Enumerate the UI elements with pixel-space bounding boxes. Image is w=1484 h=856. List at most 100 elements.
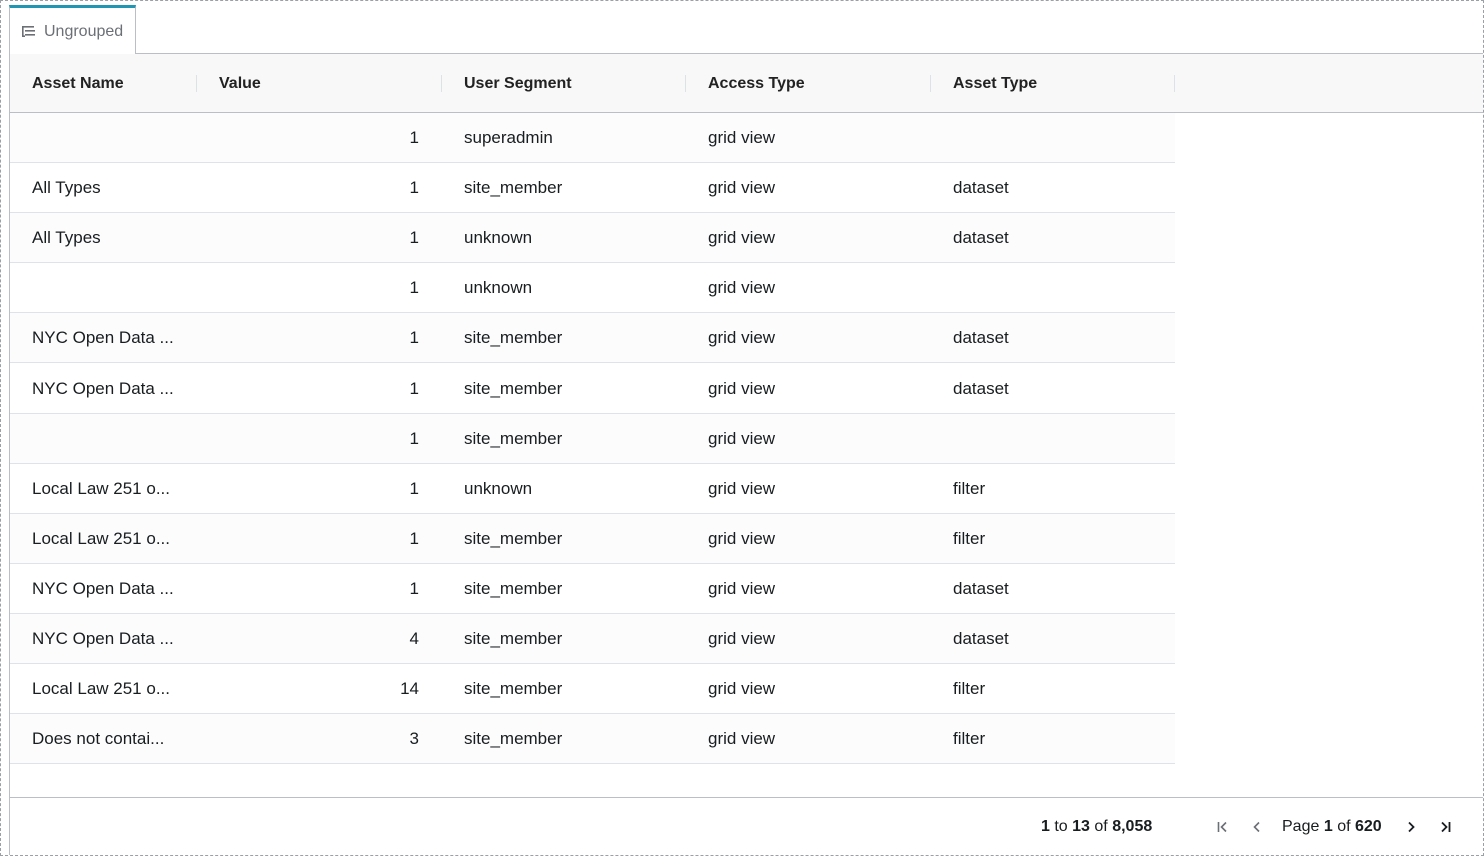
last-page-icon[interactable] <box>1436 818 1454 836</box>
asset-type-cell[interactable] <box>953 113 1173 163</box>
asset-name-cell[interactable]: NYC Open Data ... <box>32 364 197 414</box>
value-cell[interactable]: 1 <box>219 414 419 464</box>
value-cell[interactable]: 1 <box>219 564 419 614</box>
table-row[interactable]: All Types 1 site_member grid view dataset <box>10 163 1175 214</box>
asset-name-cell[interactable] <box>32 113 197 163</box>
table-row[interactable]: 1 site_member grid view <box>10 413 1175 464</box>
asset-type-cell[interactable]: dataset <box>953 163 1173 213</box>
asset-type-cell[interactable]: dataset <box>953 564 1173 614</box>
asset-type-cell[interactable]: dataset <box>953 313 1173 363</box>
access-type-cell[interactable]: grid view <box>708 313 928 363</box>
asset-type-cell[interactable] <box>953 414 1173 464</box>
table-row[interactable]: Local Law 251 o... 1 unknown grid view filte… <box>10 464 1175 514</box>
access-type-cell[interactable]: grid view <box>708 163 928 213</box>
user-segment-cell[interactable]: site_member <box>464 664 684 714</box>
asset-name-cell[interactable] <box>32 414 197 464</box>
table-row[interactable]: 1 superadmin grid view <box>10 113 1175 163</box>
table-row[interactable]: Local Law 251 o... 14 site_member grid view… <box>10 664 1175 715</box>
access-type-cell[interactable]: grid view <box>708 664 928 714</box>
of-label: of <box>1337 818 1351 835</box>
user-segment-cell[interactable]: site_member <box>464 514 684 564</box>
user-segment-cell[interactable]: superadmin <box>464 113 684 163</box>
table-row[interactable]: NYC Open Data ... 1 site_member grid view da… <box>10 564 1175 614</box>
asset-type-cell[interactable]: dataset <box>953 614 1173 664</box>
asset-type-cell[interactable]: filter <box>953 464 1173 514</box>
tab-label: Ungrouped <box>44 22 124 40</box>
user-segment-cell[interactable]: site_member <box>464 364 684 414</box>
column-header-access-type[interactable]: Access Type <box>708 54 805 113</box>
table-row[interactable]: Does not contai... 3 site_member grid view f… <box>10 714 1175 765</box>
previous-page-icon[interactable] <box>1248 818 1266 836</box>
asset-name-cell[interactable]: All Types <box>32 213 197 263</box>
value-cell[interactable]: 14 <box>219 664 419 714</box>
user-segment-cell[interactable]: site_member <box>464 614 684 664</box>
column-resize-handle[interactable] <box>196 75 197 92</box>
asset-name-cell[interactable]: NYC Open Data ... <box>32 564 197 614</box>
access-type-cell[interactable]: grid view <box>708 414 928 464</box>
table-row[interactable]: 1 unknown grid view <box>10 263 1175 314</box>
column-resize-handle[interactable] <box>685 75 686 92</box>
value-cell[interactable]: 1 <box>219 263 419 313</box>
column-header-user-segment[interactable]: User Segment <box>464 54 572 113</box>
asset-type-cell[interactable]: filter <box>953 664 1173 714</box>
table-row[interactable]: NYC Open Data ... 4 site_member grid view da… <box>10 614 1175 664</box>
asset-type-cell[interactable] <box>953 263 1173 313</box>
value-cell[interactable]: 1 <box>219 464 419 514</box>
access-type-cell[interactable]: grid view <box>708 213 928 263</box>
column-header-asset-name[interactable]: Asset Name <box>32 54 124 113</box>
user-segment-cell[interactable]: unknown <box>464 464 684 514</box>
access-type-cell[interactable]: grid view <box>708 564 928 614</box>
value-cell[interactable]: 4 <box>219 614 419 664</box>
value-cell[interactable]: 1 <box>219 514 419 564</box>
table-row[interactable]: NYC Open Data ... 1 site_member grid view da… <box>10 313 1175 364</box>
user-segment-cell[interactable]: unknown <box>464 213 684 263</box>
asset-type-cell[interactable]: filter <box>953 514 1173 564</box>
user-segment-cell[interactable]: site_member <box>464 564 684 614</box>
table-row[interactable]: All Types 1 unknown grid view dataset <box>10 213 1175 264</box>
access-type-cell[interactable]: grid view <box>708 614 928 664</box>
access-type-cell[interactable]: grid view <box>708 514 928 564</box>
column-header-value[interactable]: Value <box>219 54 261 113</box>
pagination-panel: 1 to 13 of 8,058 Page 1 of 620 <box>10 797 1483 855</box>
value-cell[interactable]: 3 <box>219 714 419 764</box>
access-type-cell[interactable]: grid view <box>708 263 928 313</box>
page-indicator: Page 1 of 620 <box>1282 818 1382 836</box>
tab-strip: Ungrouped <box>9 5 1483 55</box>
asset-name-cell[interactable]: Local Law 251 o... <box>32 664 197 714</box>
value-cell[interactable]: 1 <box>219 364 419 414</box>
user-segment-cell[interactable]: unknown <box>464 263 684 313</box>
column-resize-handle[interactable] <box>441 75 442 92</box>
asset-name-cell[interactable]: Local Law 251 o... <box>32 464 197 514</box>
asset-type-cell[interactable]: dataset <box>953 364 1173 414</box>
column-resize-handle[interactable] <box>1174 75 1175 92</box>
value-cell[interactable]: 1 <box>219 113 419 163</box>
first-page-icon[interactable] <box>1214 818 1232 836</box>
value-cell[interactable]: 1 <box>219 313 419 363</box>
row-summary: 1 to 13 of 8,058 <box>1041 818 1152 836</box>
value-cell[interactable]: 1 <box>219 163 419 213</box>
table-row[interactable]: Local Law 251 o... 1 site_member grid view f… <box>10 513 1175 564</box>
asset-name-cell[interactable]: NYC Open Data ... <box>32 313 197 363</box>
value-cell[interactable]: 1 <box>219 213 419 263</box>
column-header-asset-type[interactable]: Asset Type <box>953 54 1037 113</box>
user-segment-cell[interactable]: site_member <box>464 163 684 213</box>
access-type-cell[interactable]: grid view <box>708 714 928 764</box>
user-segment-cell[interactable]: site_member <box>464 714 684 764</box>
asset-name-cell[interactable]: Local Law 251 o... <box>32 514 197 564</box>
asset-type-cell[interactable]: dataset <box>953 213 1173 263</box>
asset-type-cell[interactable]: filter <box>953 714 1173 764</box>
asset-name-cell[interactable]: Does not contai... <box>32 714 197 764</box>
user-segment-cell[interactable]: site_member <box>464 313 684 363</box>
tab-ungrouped[interactable]: Ungrouped <box>9 5 136 55</box>
asset-name-cell[interactable]: All Types <box>32 163 197 213</box>
user-segment-cell[interactable]: site_member <box>464 414 684 464</box>
next-page-icon[interactable] <box>1402 818 1420 836</box>
access-type-cell[interactable]: grid view <box>708 113 928 163</box>
grid-body: 1 superadmin grid view All Types 1 site_membe… <box>10 113 1483 799</box>
asset-name-cell[interactable]: NYC Open Data ... <box>32 614 197 664</box>
table-row[interactable]: NYC Open Data ... 1 site_member grid view da… <box>10 364 1175 414</box>
access-type-cell[interactable]: grid view <box>708 464 928 514</box>
access-type-cell[interactable]: grid view <box>708 364 928 414</box>
asset-name-cell[interactable] <box>32 263 197 313</box>
column-resize-handle[interactable] <box>930 75 931 92</box>
